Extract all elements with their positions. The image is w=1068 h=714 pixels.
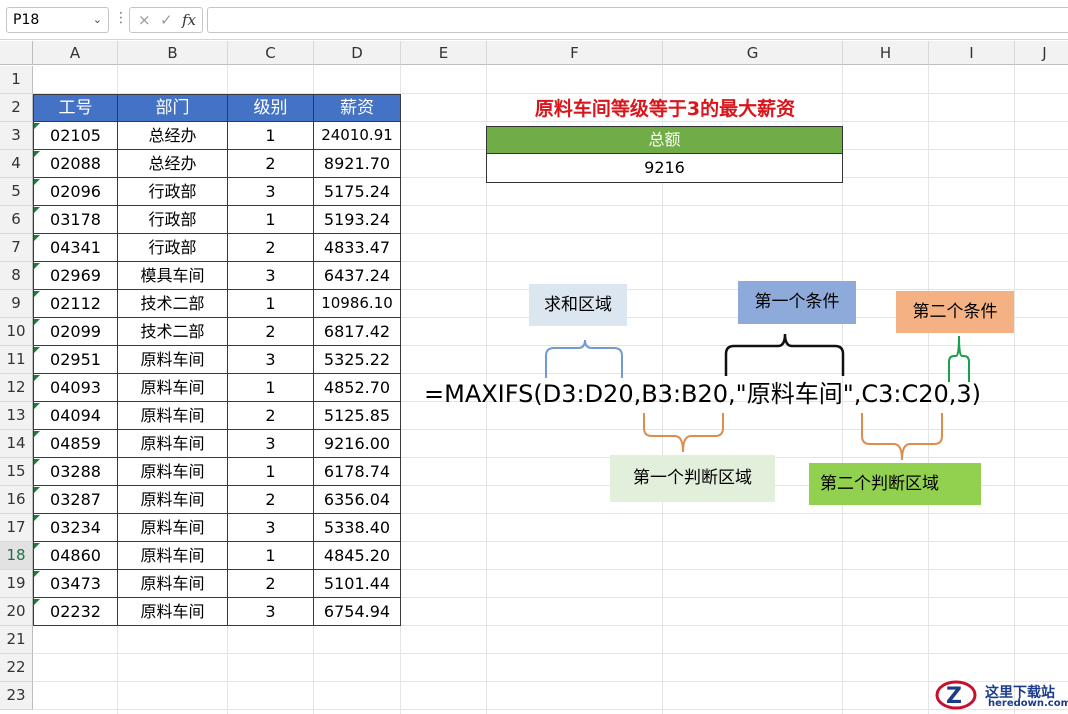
criteria1-brace bbox=[724, 333, 845, 376]
maxifs-formula: =MAXIFS(D3:D20,B3:B20,"原料车间",C3:C20,3) bbox=[424, 380, 982, 408]
watermark-site-url: heredown.com bbox=[988, 698, 1068, 709]
criteria-range2-brace bbox=[861, 413, 943, 461]
brace-overlay bbox=[545, 333, 970, 461]
sum-range-brace bbox=[545, 339, 623, 378]
criteria-range1-brace bbox=[643, 413, 724, 453]
svg-text:Z: Z bbox=[946, 684, 962, 709]
